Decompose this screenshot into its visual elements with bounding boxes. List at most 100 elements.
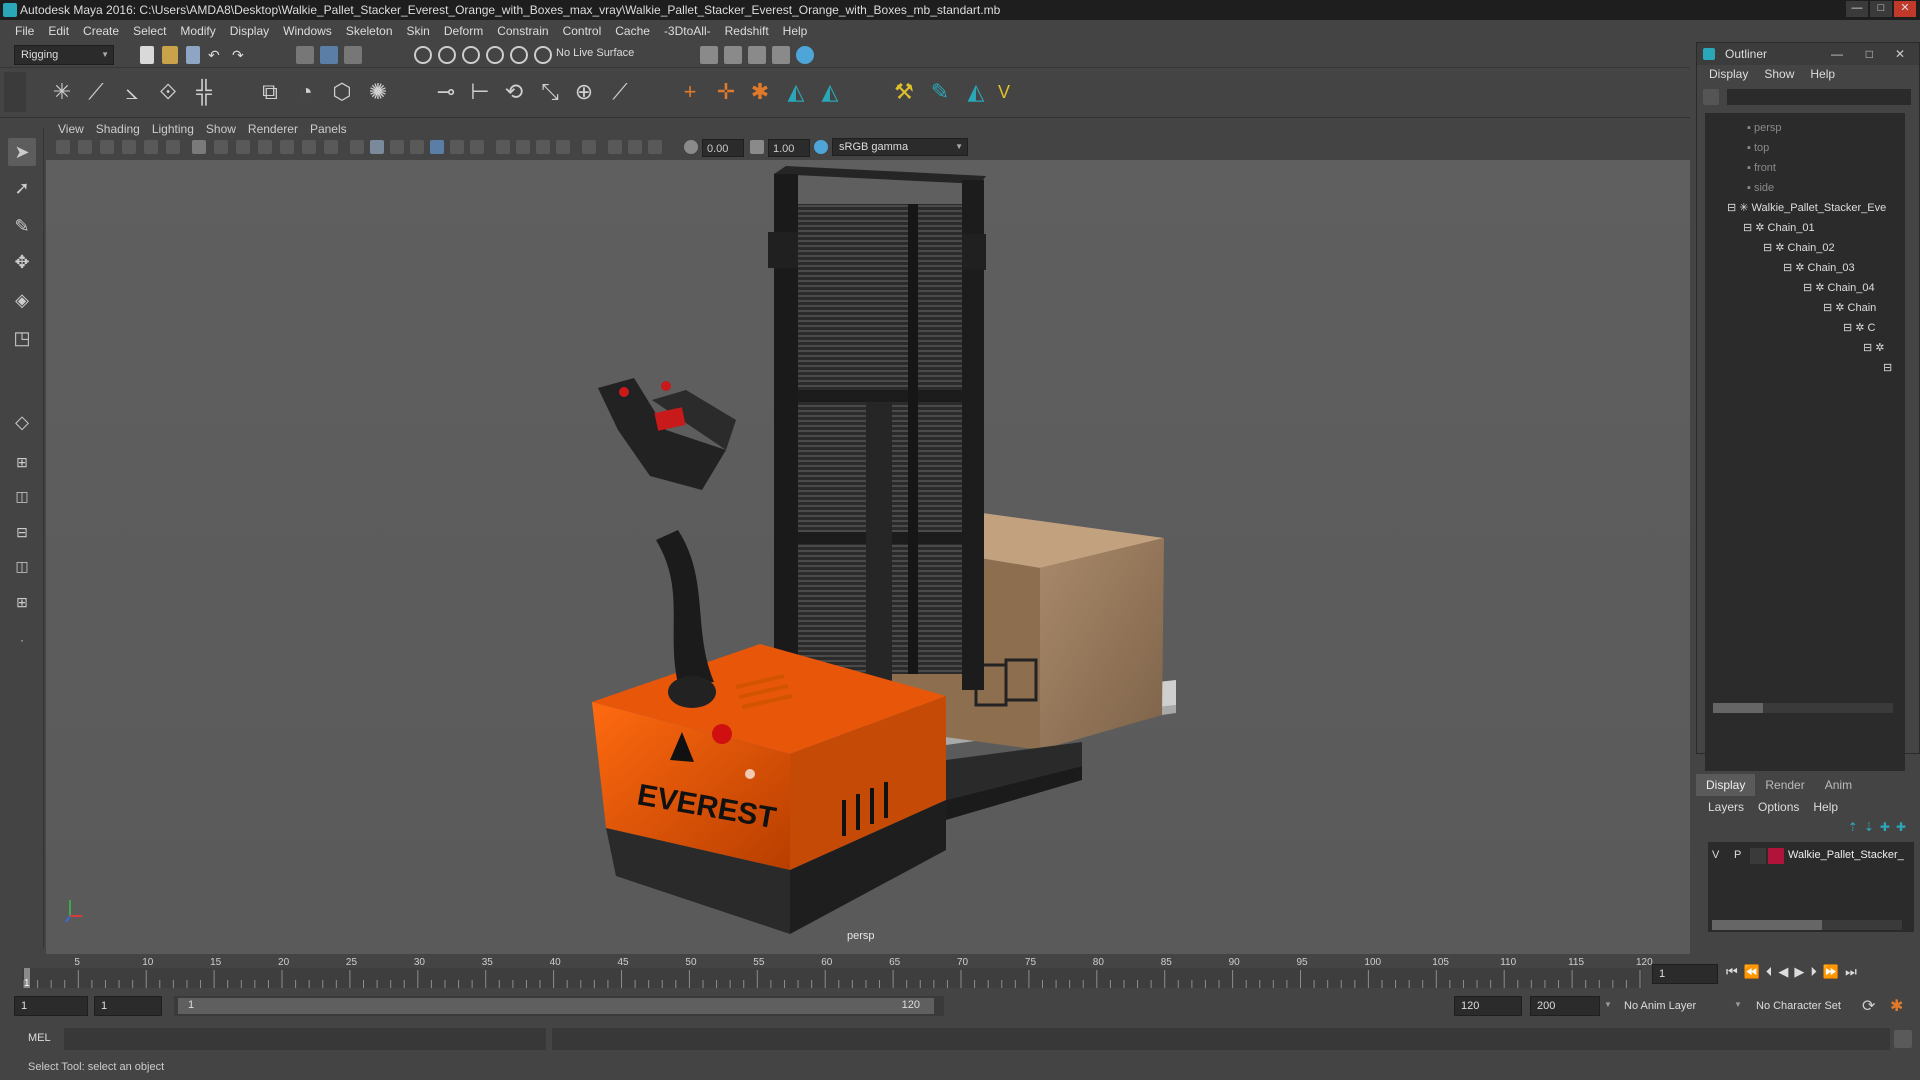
outliner-maximize-button[interactable]: □ <box>1866 43 1873 65</box>
live-surface-label[interactable]: No Live Surface <box>556 47 634 59</box>
motion-blur-icon[interactable] <box>516 140 530 154</box>
snap-live-icon[interactable] <box>534 46 552 64</box>
script-editor-icon[interactable] <box>1894 1030 1912 1048</box>
ik-fk-icon[interactable]: ✛ <box>712 78 740 106</box>
resolution-gate-icon[interactable] <box>236 140 250 154</box>
depth-of-field-icon[interactable] <box>556 140 570 154</box>
persp-outliner-layout-icon[interactable]: ⊟ <box>8 518 36 546</box>
mirror-joint-icon[interactable]: ╬ <box>190 78 218 106</box>
xray-joints-icon[interactable] <box>628 140 642 154</box>
lattice-icon[interactable]: ⬡ <box>328 78 356 106</box>
maximize-button[interactable]: □ <box>1870 1 1892 17</box>
start-time-field[interactable]: 1 <box>14 996 88 1016</box>
playback-end-field[interactable]: 120 <box>1454 996 1522 1016</box>
layer-row[interactable]: V P Walkie_Pallet_Stacker_ <box>1708 846 1914 866</box>
menu-create[interactable]: Create <box>76 24 126 38</box>
scale-constraint-icon[interactable]: ⤡ <box>536 78 564 106</box>
smooth-skin-icon[interactable]: ◔ <box>292 78 320 106</box>
time-slider[interactable]: 5 10 15 20 25 30 35 40 45 50 55 60 65 70 75 80 85 90 95 100… <box>0 954 1857 990</box>
outliner-menu-help[interactable]: Help <box>1810 67 1845 85</box>
grid-icon[interactable] <box>192 140 206 154</box>
film-gate-icon[interactable] <box>214 140 228 154</box>
image-plane-icon[interactable] <box>122 140 136 154</box>
ik-spline-icon[interactable]: ⦣ <box>118 78 146 106</box>
layer-display-type[interactable] <box>1750 848 1766 864</box>
select-camera-icon[interactable] <box>56 140 70 154</box>
layers-menu-options[interactable]: Options <box>1758 800 1799 814</box>
paint-weights-icon[interactable]: ⚒ <box>890 78 918 106</box>
single-view-layout-icon[interactable]: ◇ <box>8 408 36 436</box>
shadows-icon[interactable] <box>470 140 484 154</box>
layer-hscrollbar[interactable] <box>1712 920 1902 930</box>
safe-title-icon[interactable] <box>324 140 338 154</box>
perspective-viewport[interactable]: EVEREST persp <box>46 160 1690 954</box>
four-view-layout-icon[interactable]: ⊞ <box>8 448 36 476</box>
outliner-search-input[interactable] <box>1727 89 1911 105</box>
set-key-icon[interactable]: ✱ <box>746 78 774 106</box>
outliner-item-persp[interactable]: ▪ persp <box>1747 119 1782 137</box>
outliner-item-chain-05[interactable]: ⊟ ✲ Chain <box>1823 299 1876 317</box>
multisample-aa-icon[interactable] <box>536 140 550 154</box>
menu-skeleton[interactable]: Skeleton <box>339 24 400 38</box>
safe-action-icon[interactable] <box>302 140 316 154</box>
layer-name[interactable]: Walkie_Pallet_Stacker_ <box>1788 849 1904 861</box>
end-time-field[interactable]: 200 <box>1530 996 1600 1016</box>
close-button[interactable]: ✕ <box>1894 1 1916 17</box>
outliner-item-chain-08[interactable]: ⊟ <box>1883 359 1892 377</box>
human-ik-icon[interactable]: ◭ <box>962 78 990 106</box>
tab-render[interactable]: Render <box>1755 774 1814 796</box>
outliner-item-chain-07[interactable]: ⊟ ✲ <box>1863 339 1885 357</box>
snap-view-plane-icon[interactable] <box>486 46 504 64</box>
outliner-item-chain-01[interactable]: ⊟ ✲ Chain_01 <box>1743 219 1815 237</box>
layers-menu-layers[interactable]: Layers <box>1708 800 1744 814</box>
outliner-item-side[interactable]: ▪ side <box>1747 179 1774 197</box>
menu-skin[interactable]: Skin <box>400 24 437 38</box>
brush-icon[interactable]: ✎ <box>926 78 954 106</box>
aim-constraint-icon[interactable]: ⊢ <box>466 78 494 106</box>
pole-vector-icon[interactable]: ⟋ <box>606 78 634 106</box>
colorspace-dropdown[interactable]: sRGB gamma ▼ <box>832 138 968 156</box>
select-by-hierarchy-icon[interactable] <box>296 46 314 64</box>
persp-graph-layout-icon[interactable]: ◫ <box>8 552 36 580</box>
exposure-field[interactable]: 0.00 <box>702 139 744 157</box>
shelf-tabs-toggle[interactable] <box>4 72 26 112</box>
bookmark-icon[interactable] <box>100 140 114 154</box>
play-forwards-icon[interactable]: ▶ <box>1794 964 1804 980</box>
move-layer-down-icon[interactable]: ⇣ <box>1864 820 1874 834</box>
step-forward-frame-icon[interactable]: ⏵ <box>1810 964 1817 980</box>
tab-anim[interactable]: Anim <box>1815 774 1862 796</box>
scale-tool-icon[interactable]: ◳ <box>8 324 36 352</box>
char-set-icon[interactable]: ◭ <box>782 78 810 106</box>
minimize-button[interactable]: — <box>1846 1 1868 17</box>
layers-menu-help[interactable]: Help <box>1813 800 1838 814</box>
point-constraint-icon[interactable]: ⊸ <box>432 78 460 106</box>
command-input[interactable] <box>64 1028 546 1050</box>
panel-menu-panels[interactable]: Panels <box>304 122 353 136</box>
more-layouts-icon[interactable]: · <box>8 626 36 654</box>
outliner-item-top[interactable]: ▪ top <box>1747 139 1769 157</box>
layer-color-swatch[interactable] <box>1768 848 1784 864</box>
select-by-object-icon[interactable] <box>320 46 338 64</box>
new-scene-icon[interactable] <box>140 46 154 64</box>
menu-constrain[interactable]: Constrain <box>490 24 555 38</box>
preferences-icon[interactable]: ✱ <box>1890 996 1903 1016</box>
go-to-start-icon[interactable]: ⏮ <box>1726 964 1738 980</box>
menu-3dtoall[interactable]: -3DtoAll- <box>657 24 718 38</box>
step-forward-key-icon[interactable]: ⏩ <box>1823 964 1839 980</box>
snap-curve-icon[interactable] <box>438 46 456 64</box>
outliner-item-chain-06[interactable]: ⊟ ✲ C <box>1843 319 1876 337</box>
rotate-tool-icon[interactable]: ◈ <box>8 286 36 314</box>
wireframe-icon[interactable] <box>350 140 364 154</box>
menu-cache[interactable]: Cache <box>608 24 657 38</box>
hypershade-icon[interactable] <box>796 46 814 64</box>
chevron-down-icon[interactable]: ▼ <box>1734 1000 1742 1009</box>
range-handle[interactable]: 1 120 <box>178 998 934 1014</box>
outliner-item-chain-02[interactable]: ⊟ ✲ Chain_02 <box>1763 239 1835 257</box>
outliner-item-front[interactable]: ▪ front <box>1747 159 1776 177</box>
menu-display[interactable]: Display <box>223 24 276 38</box>
panel-menu-lighting[interactable]: Lighting <box>146 122 200 136</box>
char-control-icon[interactable]: ◭ <box>816 78 844 106</box>
layer-visibility-toggle[interactable]: V <box>1712 849 1719 861</box>
outliner-menu-show[interactable]: Show <box>1764 67 1804 85</box>
xray-components-icon[interactable] <box>648 140 662 154</box>
